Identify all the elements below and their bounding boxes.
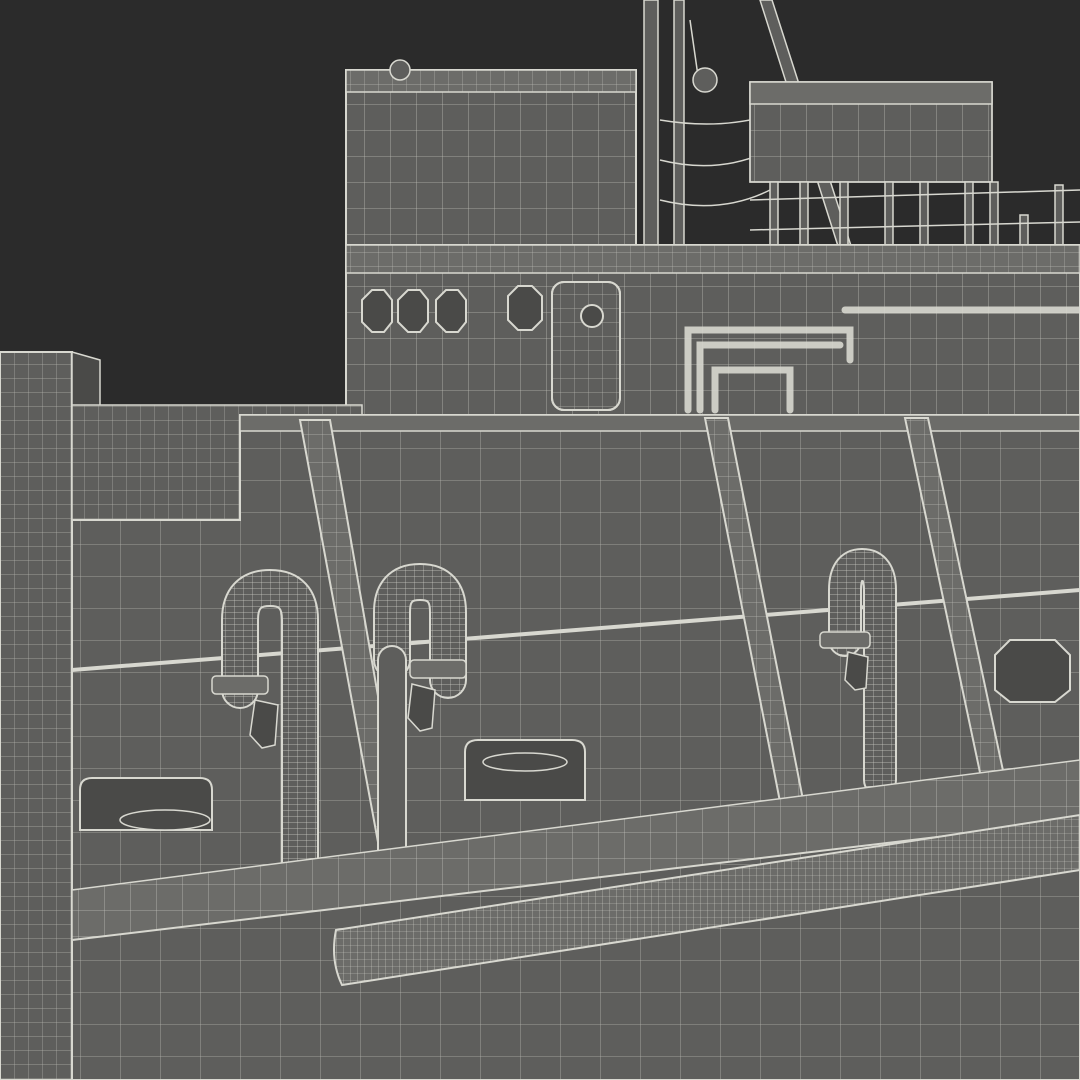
porthole <box>507 285 543 331</box>
superstructure-upper-block <box>345 59 637 251</box>
porthole <box>435 289 467 333</box>
cabin-door <box>551 281 621 411</box>
deck-drain <box>119 809 211 831</box>
deck-drain <box>482 752 568 772</box>
porthole <box>994 639 1071 703</box>
porthole <box>361 289 393 333</box>
ship-deck-wireframe-render <box>0 0 1080 1080</box>
porthole <box>397 289 429 333</box>
